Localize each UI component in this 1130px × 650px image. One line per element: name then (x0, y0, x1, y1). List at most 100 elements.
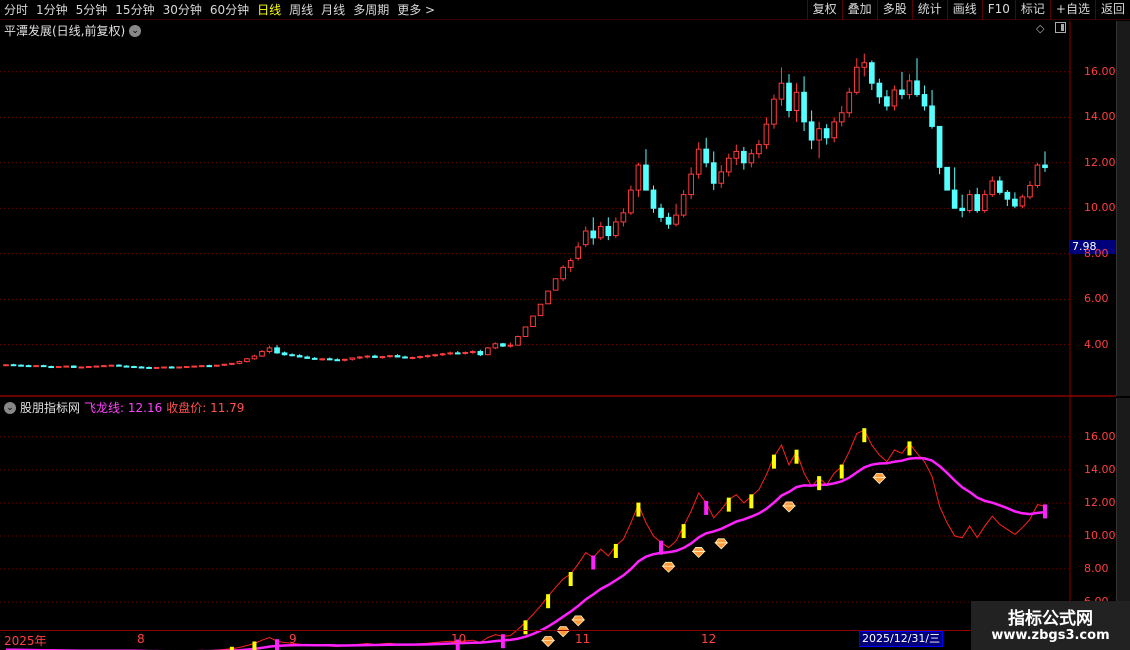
candle-body-74 (560, 266, 566, 280)
date-label-5: 12 (701, 632, 717, 646)
diamond-marker-8 (872, 473, 887, 485)
ind-y-tick-2: 12.00 (1084, 495, 1116, 509)
candle-body-58 (439, 353, 446, 356)
candle-body-79 (597, 225, 604, 239)
candle-body-137 (1034, 164, 1041, 187)
signal-bar-138 (1043, 504, 1047, 519)
candle-body-125 (944, 166, 950, 191)
date-label-2: 9 (289, 632, 297, 646)
candle-body-101 (763, 123, 770, 146)
candle-body-100 (756, 144, 762, 155)
date-label-0: 2025年 (4, 634, 47, 648)
candle-body-5 (40, 365, 47, 368)
candle-body-3 (25, 365, 32, 368)
candle-body-70 (530, 315, 536, 328)
candle-body-7 (55, 366, 62, 369)
candle-body-54 (409, 356, 416, 359)
candle-body-84 (635, 164, 642, 191)
candle-body-35 (266, 347, 273, 353)
candle-body-20 (153, 366, 160, 369)
candle-body-110 (831, 121, 838, 139)
candle-body-37 (281, 352, 288, 356)
candle-body-88 (665, 216, 672, 225)
candle-body-136 (1027, 185, 1033, 198)
signal-bar-108 (817, 476, 822, 491)
close-price-value: 收盘价: 11.79 (166, 401, 245, 415)
candle-body-53 (402, 356, 408, 359)
candle-body-119 (899, 89, 905, 96)
candle-body-1 (10, 364, 17, 367)
candle-body-24 (183, 366, 190, 369)
main-y-tick-3: 10.00 (1084, 201, 1116, 215)
signal-bar-111 (839, 464, 844, 479)
candle-body-43 (326, 358, 333, 361)
candle-body-29 (221, 363, 228, 366)
indicator-dropdown-icon[interactable]: ⌄ (4, 401, 16, 414)
candle-body-121 (914, 80, 920, 96)
diamond-marker-6 (714, 538, 729, 550)
candle-body-89 (673, 214, 679, 225)
candle-body-9 (70, 365, 77, 368)
fly-line-value: 飞龙线: 12.16 (84, 401, 163, 415)
diamond-marker-5 (691, 547, 706, 559)
candle-body-27 (206, 365, 213, 368)
candle-body-83 (628, 189, 634, 214)
candle-body-64 (485, 347, 491, 356)
candle-body-18 (138, 366, 145, 369)
signal-bar-72 (546, 594, 551, 609)
main-y-tick-2: 12.00 (1084, 155, 1116, 169)
candle-body-36 (274, 347, 280, 354)
candle-body-75 (567, 260, 574, 268)
candle-body-130 (981, 194, 988, 212)
watermark-url: www.zbgs3.com (991, 628, 1110, 643)
candle-body-124 (936, 125, 943, 168)
candle-body-128 (966, 194, 973, 212)
candle-body-44 (334, 359, 341, 362)
candle-body-103 (778, 82, 785, 100)
candle-body-14 (108, 364, 115, 367)
signal-bar-75 (568, 572, 573, 587)
main-y-tick-1: 14.00 (1084, 110, 1116, 124)
candle-body-28 (213, 364, 220, 367)
candle-body-23 (176, 366, 183, 369)
trading-terminal: 分时 1分钟 5分钟 15分钟 30分钟 60分钟 日线 周线 月线 多周期 更多 > 复权 叠加 多股… (0, 0, 1130, 650)
candle-body-73 (552, 278, 559, 291)
watermark: 指标公式网 www.zbgs3.com (971, 601, 1130, 650)
candle-body-106 (801, 91, 807, 123)
candle-body-38 (289, 354, 295, 357)
candle-body-105 (793, 91, 800, 111)
candlestick-chart[interactable] (0, 0, 1130, 650)
candle-body-34 (259, 351, 265, 357)
candle-body-32 (244, 358, 250, 363)
signal-bar-99 (749, 494, 754, 509)
candle-body-129 (974, 194, 981, 212)
candle-body-120 (906, 80, 913, 96)
candle-body-112 (846, 91, 853, 114)
indicator-title: ⌄ 股朋指标网 飞龙线: 12.16 收盘价: 11.79 (4, 399, 244, 416)
candle-body-96 (725, 157, 732, 173)
candle-body-65 (492, 343, 499, 349)
candle-body-60 (454, 352, 461, 355)
signal-bar-114 (862, 428, 867, 443)
main-y-tick-4: 8.00 (1084, 246, 1109, 260)
candle-body-40 (304, 356, 310, 359)
diamond-marker-7 (782, 501, 796, 513)
candle-body-55 (417, 356, 423, 359)
date-cursor-label: 2025/12/31/三 (859, 631, 944, 647)
candle-body-133 (1004, 191, 1011, 200)
candle-body-50 (379, 356, 386, 359)
candle-body-127 (959, 207, 966, 212)
candle-body-46 (349, 357, 356, 360)
candle-body-69 (522, 326, 529, 338)
candle-body-71 (537, 303, 544, 317)
diamond-marker-4 (661, 561, 676, 573)
candle-body-93 (703, 148, 710, 164)
candle-body-98 (741, 150, 747, 164)
candle-body-123 (929, 105, 935, 127)
candle-body-39 (296, 355, 303, 358)
candle-body-15 (116, 364, 122, 367)
candle-body-113 (853, 66, 860, 93)
indicator-name: 股朋指标网 (20, 401, 81, 415)
candle-body-95 (718, 171, 725, 184)
candle-body-131 (989, 180, 996, 196)
